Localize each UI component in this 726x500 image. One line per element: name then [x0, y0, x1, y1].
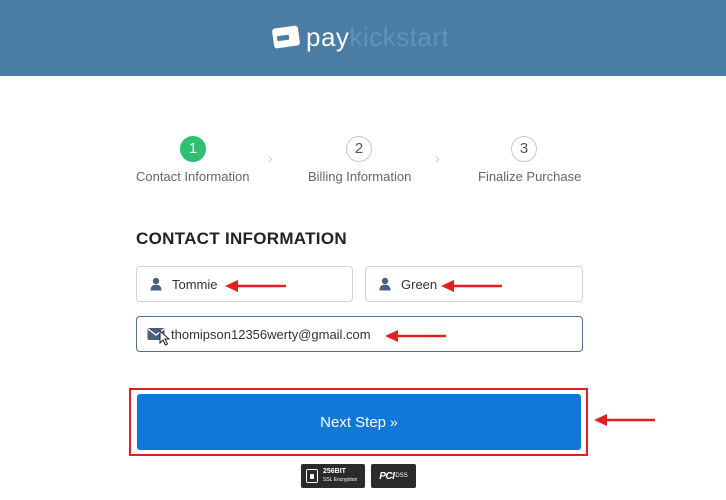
annotation-arrow-icon: [225, 280, 286, 292]
pci-label: PCI: [379, 470, 395, 482]
ssl-badge: 256BIT SSL Encryption: [301, 464, 365, 488]
annotation-arrow-icon: [385, 330, 446, 342]
lock-icon: [306, 469, 318, 483]
annotation-arrow-icon: [594, 414, 655, 426]
last-name-value: Green: [401, 276, 438, 292]
pci-dss-badge: PCI DSS: [371, 464, 416, 488]
email-field[interactable]: thomipson12356werty@gmail.com: [136, 316, 583, 352]
step-2-label: Billing Information: [308, 169, 412, 184]
logo-text-kickstart: kickstart: [349, 22, 450, 52]
annotation-arrow-icon: [441, 280, 502, 292]
mouse-cursor-icon: [159, 330, 170, 346]
step-separator-icon: ›: [435, 150, 440, 166]
user-icon: [150, 277, 162, 291]
ssl-badge-line2: SSL Encryption: [323, 477, 358, 483]
step-2-circle: 2: [346, 136, 372, 162]
user-icon: [379, 277, 391, 291]
paykickstart-logo: paykickstart: [271, 22, 450, 52]
double-chevron-right-icon: »: [390, 414, 398, 430]
logo-text-pay: pay: [306, 22, 350, 52]
card-logo-icon: [271, 25, 301, 49]
ssl-badge-line1: 256BIT: [323, 468, 346, 475]
step-3-label: Finalize Purchase: [478, 169, 582, 184]
first-name-value: Tommie: [172, 276, 218, 292]
next-step-button[interactable]: Next Step »: [137, 394, 581, 450]
next-step-label: Next Step: [320, 413, 387, 431]
contact-info-title: CONTACT INFORMATION: [136, 229, 347, 248]
step-3-circle: 3: [511, 136, 537, 162]
step-separator-icon: ›: [268, 150, 273, 166]
pci-dss-label: DSS: [395, 473, 408, 479]
email-value: thomipson12356werty@gmail.com: [171, 326, 371, 342]
header-bar: paykickstart: [0, 0, 726, 76]
step-1-label: Contact Information: [136, 169, 250, 184]
step-1-circle: 1: [180, 136, 206, 162]
checkout-page: paykickstart 1 Contact Information › 2 B…: [0, 0, 726, 500]
